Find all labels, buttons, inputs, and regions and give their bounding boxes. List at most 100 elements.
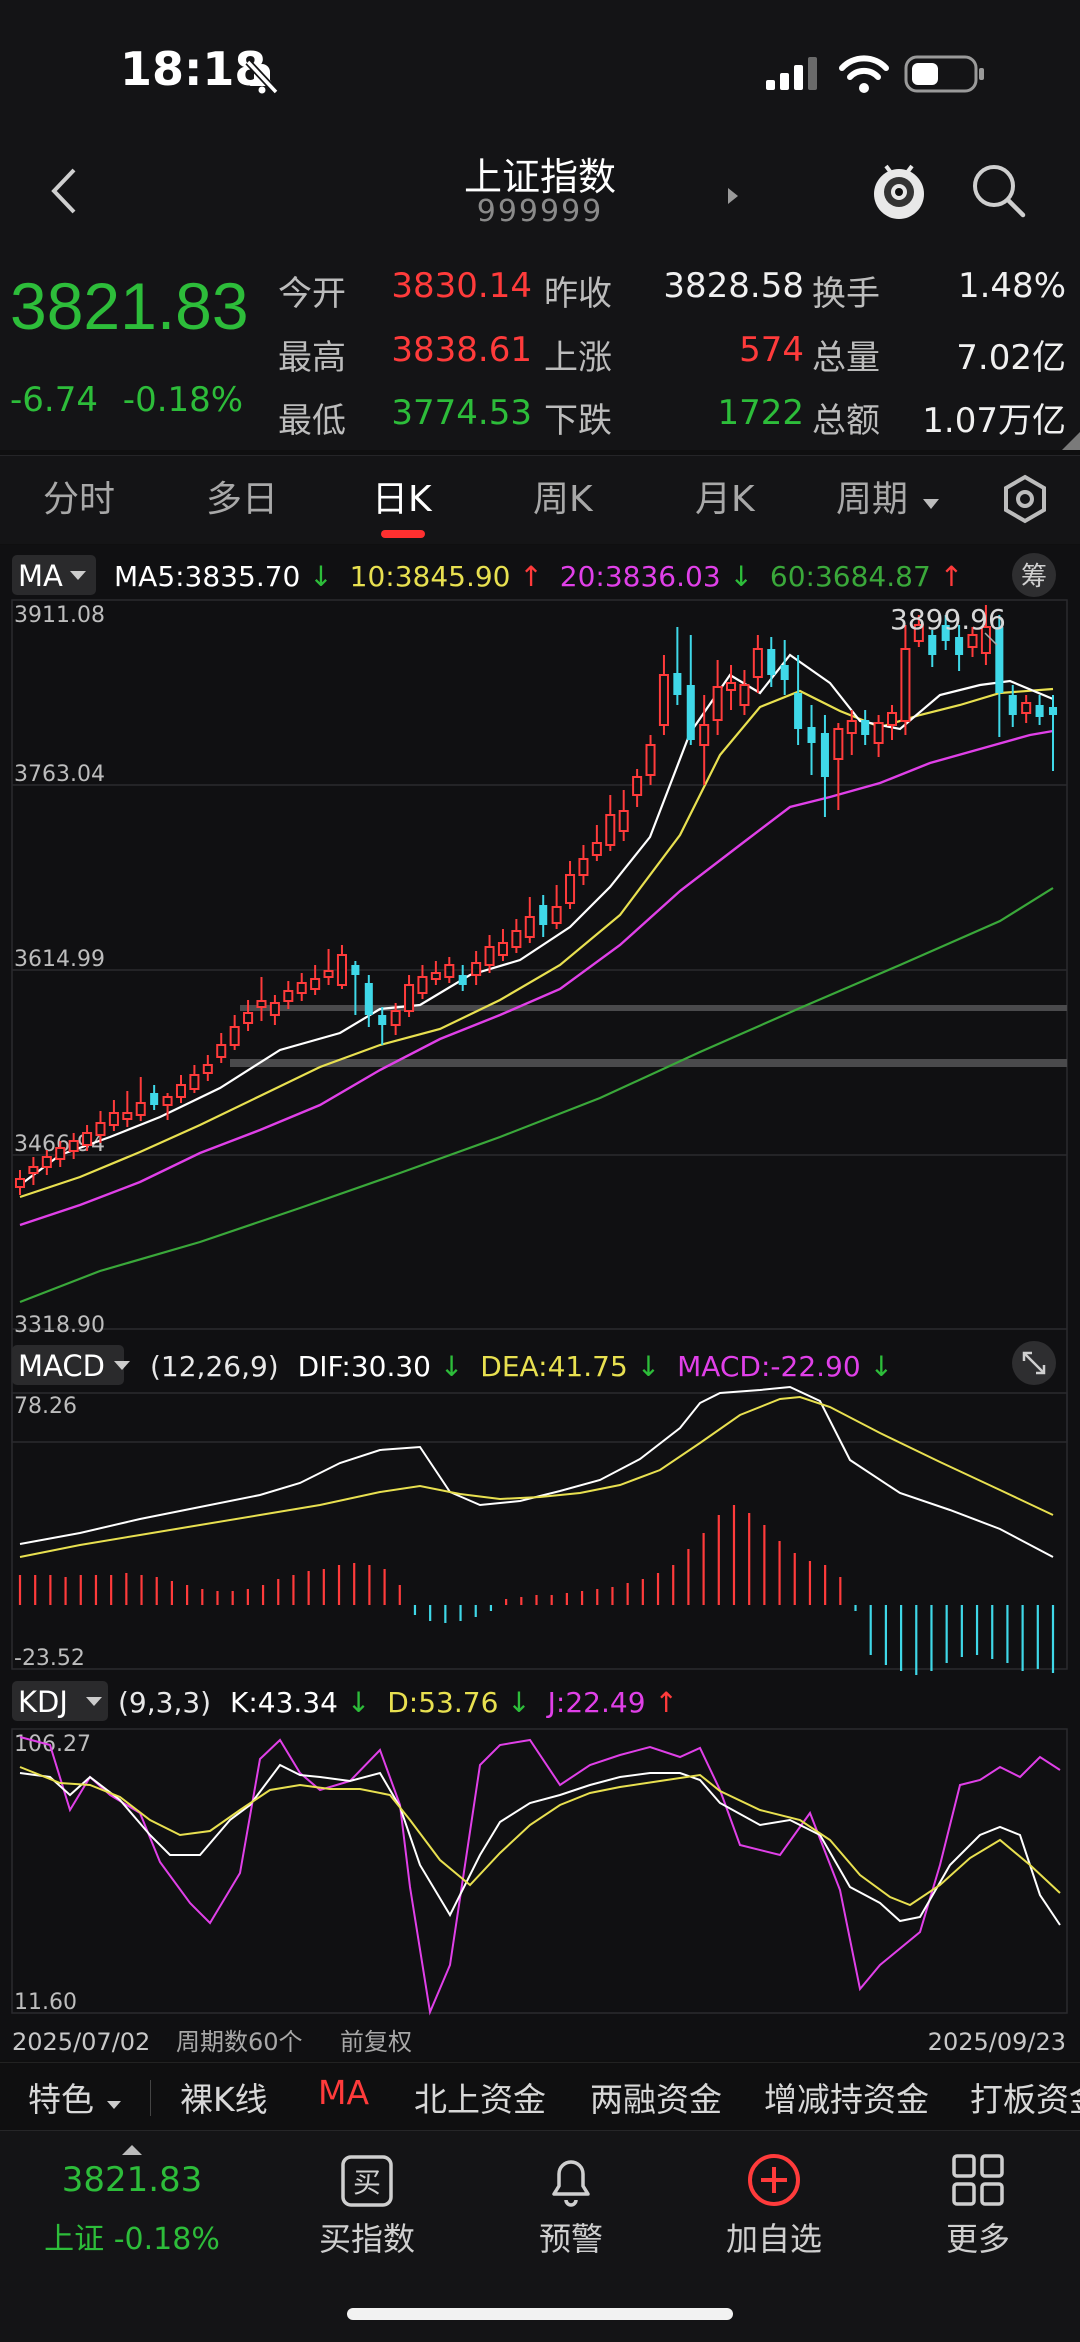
caret-up-icon[interactable] (120, 2143, 144, 2157)
macd-params: (12,26,9) (150, 1350, 279, 1383)
candle-body (699, 724, 710, 746)
feature-northbound[interactable]: 北上资金 (414, 2073, 546, 2121)
high-value: 3838.61 (391, 330, 532, 370)
settings-hexagon-icon[interactable] (1000, 474, 1050, 524)
j-value: J:22.49 (546, 1686, 646, 1719)
candle-body (41, 1156, 52, 1168)
candle-body (283, 990, 294, 1002)
candle-body (780, 665, 789, 680)
tab-period[interactable]: 周期 (836, 470, 941, 522)
tab-multiday[interactable]: 多日 (206, 470, 278, 522)
candle-body (336, 954, 347, 986)
tab-daily-k[interactable]: 日K (372, 470, 432, 522)
period-count: 周期数60个 (176, 2028, 303, 2056)
add-watchlist-label[interactable]: 加自选 (694, 2214, 854, 2260)
caret-right-icon[interactable] (726, 186, 740, 206)
feature-holdings-change[interactable]: 增减持资金 (764, 2073, 929, 2121)
ma-legend: MA5:3835.70 ↓ 10:3845.90 ↑ 20:3836.03 ↓ … (114, 560, 963, 593)
feature-naked-k[interactable]: 裸K线 (180, 2073, 268, 2121)
candle-body (1048, 707, 1058, 715)
macd-axis-top: 78.26 (14, 1394, 77, 1419)
tab-weekly-k[interactable]: 周K (533, 470, 593, 522)
candle-body (833, 728, 844, 760)
candle-body (216, 1044, 227, 1058)
buy-index-label[interactable]: 买指数 (287, 2214, 447, 2260)
candle-body (767, 649, 776, 675)
mascot-icon[interactable] (868, 158, 930, 224)
candle-body (1008, 695, 1017, 715)
tab-monthly-k[interactable]: 月K (695, 470, 755, 522)
search-icon[interactable] (968, 160, 1028, 220)
candle-body (189, 1074, 200, 1090)
candle-body (1035, 705, 1044, 717)
candle-body (807, 727, 816, 743)
more-label[interactable]: 更多 (898, 2214, 1058, 2260)
buy-index-icon[interactable]: 买 (340, 2154, 394, 2208)
kline-chart[interactable]: MA MA5:3835.70 ↓ 10:3845.90 ↑ 20:3836.03… (0, 545, 1080, 2060)
tab-intraday[interactable]: 分时 (43, 470, 115, 522)
battery-icon (904, 55, 984, 93)
end-date: 2025/09/23 (928, 2028, 1066, 2056)
feature-limit-up[interactable]: 打板资金 (970, 2073, 1080, 2121)
candle-body (135, 1102, 146, 1116)
volume-label: 总量 (812, 338, 880, 378)
k-value: K:43.34 (230, 1686, 338, 1719)
home-indicator (347, 2308, 733, 2320)
candle-body (484, 946, 495, 966)
candle-body (417, 976, 428, 994)
candle-body (686, 685, 695, 740)
candle-body (673, 673, 682, 695)
candle-body (524, 916, 535, 938)
bottom-index-price[interactable]: 3821.83 (52, 2160, 212, 2200)
more-grid-icon[interactable] (950, 2152, 1006, 2208)
d-arrow: ↓ (507, 1686, 530, 1719)
prev-close-value: 3828.58 (663, 266, 804, 306)
corner-expand-icon[interactable] (1062, 432, 1080, 450)
candle-body (752, 648, 763, 678)
candle-body (995, 627, 1004, 693)
price-axis-2: 3763.04 (14, 762, 105, 787)
candle-body (471, 962, 482, 976)
k-arrow: ↓ (347, 1686, 370, 1719)
add-watchlist-icon[interactable] (746, 2152, 802, 2208)
candle-body (229, 1026, 240, 1046)
candle-body (95, 1122, 106, 1136)
candle-body (511, 930, 522, 948)
candle-body (726, 682, 737, 691)
candle-body (351, 965, 360, 975)
signal-icon (766, 57, 817, 90)
candle-body (578, 858, 589, 876)
feature-margin[interactable]: 两融资金 (590, 2073, 722, 2121)
j-arrow: ↑ (654, 1686, 677, 1719)
candle-body (202, 1064, 213, 1074)
feature-special[interactable]: 特色 (28, 2073, 123, 2121)
candle-body (162, 1096, 173, 1106)
macd-arrow: ↓ (870, 1350, 893, 1383)
candle-body (269, 1002, 280, 1016)
candle-body (310, 978, 321, 990)
feature-ma[interactable]: MA (318, 2073, 369, 2112)
price-axis-3: 3614.99 (14, 947, 105, 972)
candle-body (632, 776, 643, 796)
ma10-value: 10:3845.90 (350, 560, 511, 593)
up-count-value: 574 (739, 330, 804, 370)
adjustment-mode[interactable]: 前复权 (340, 2028, 412, 2056)
alert-bell-icon[interactable] (544, 2152, 598, 2210)
alert-label[interactable]: 预警 (491, 2214, 651, 2260)
open-label: 今开 (278, 274, 346, 314)
candle-body (390, 1010, 401, 1026)
dea-arrow: ↓ (637, 1350, 660, 1383)
ma20-arrow: ↓ (730, 560, 753, 593)
candle-body (150, 1093, 159, 1105)
candle-body (886, 712, 898, 726)
candle-body (444, 964, 455, 978)
candle-body (645, 744, 656, 776)
candle-body (122, 1112, 133, 1120)
down-count-value: 1722 (717, 393, 804, 433)
down-count-label: 下跌 (544, 401, 612, 441)
bottom-index-label[interactable]: 上证 -0.18% (42, 2214, 222, 2258)
active-tab-indicator (381, 530, 425, 538)
dif-value: DIF:30.30 (298, 1350, 431, 1383)
candle-body (565, 874, 576, 904)
candle-body (430, 972, 441, 980)
